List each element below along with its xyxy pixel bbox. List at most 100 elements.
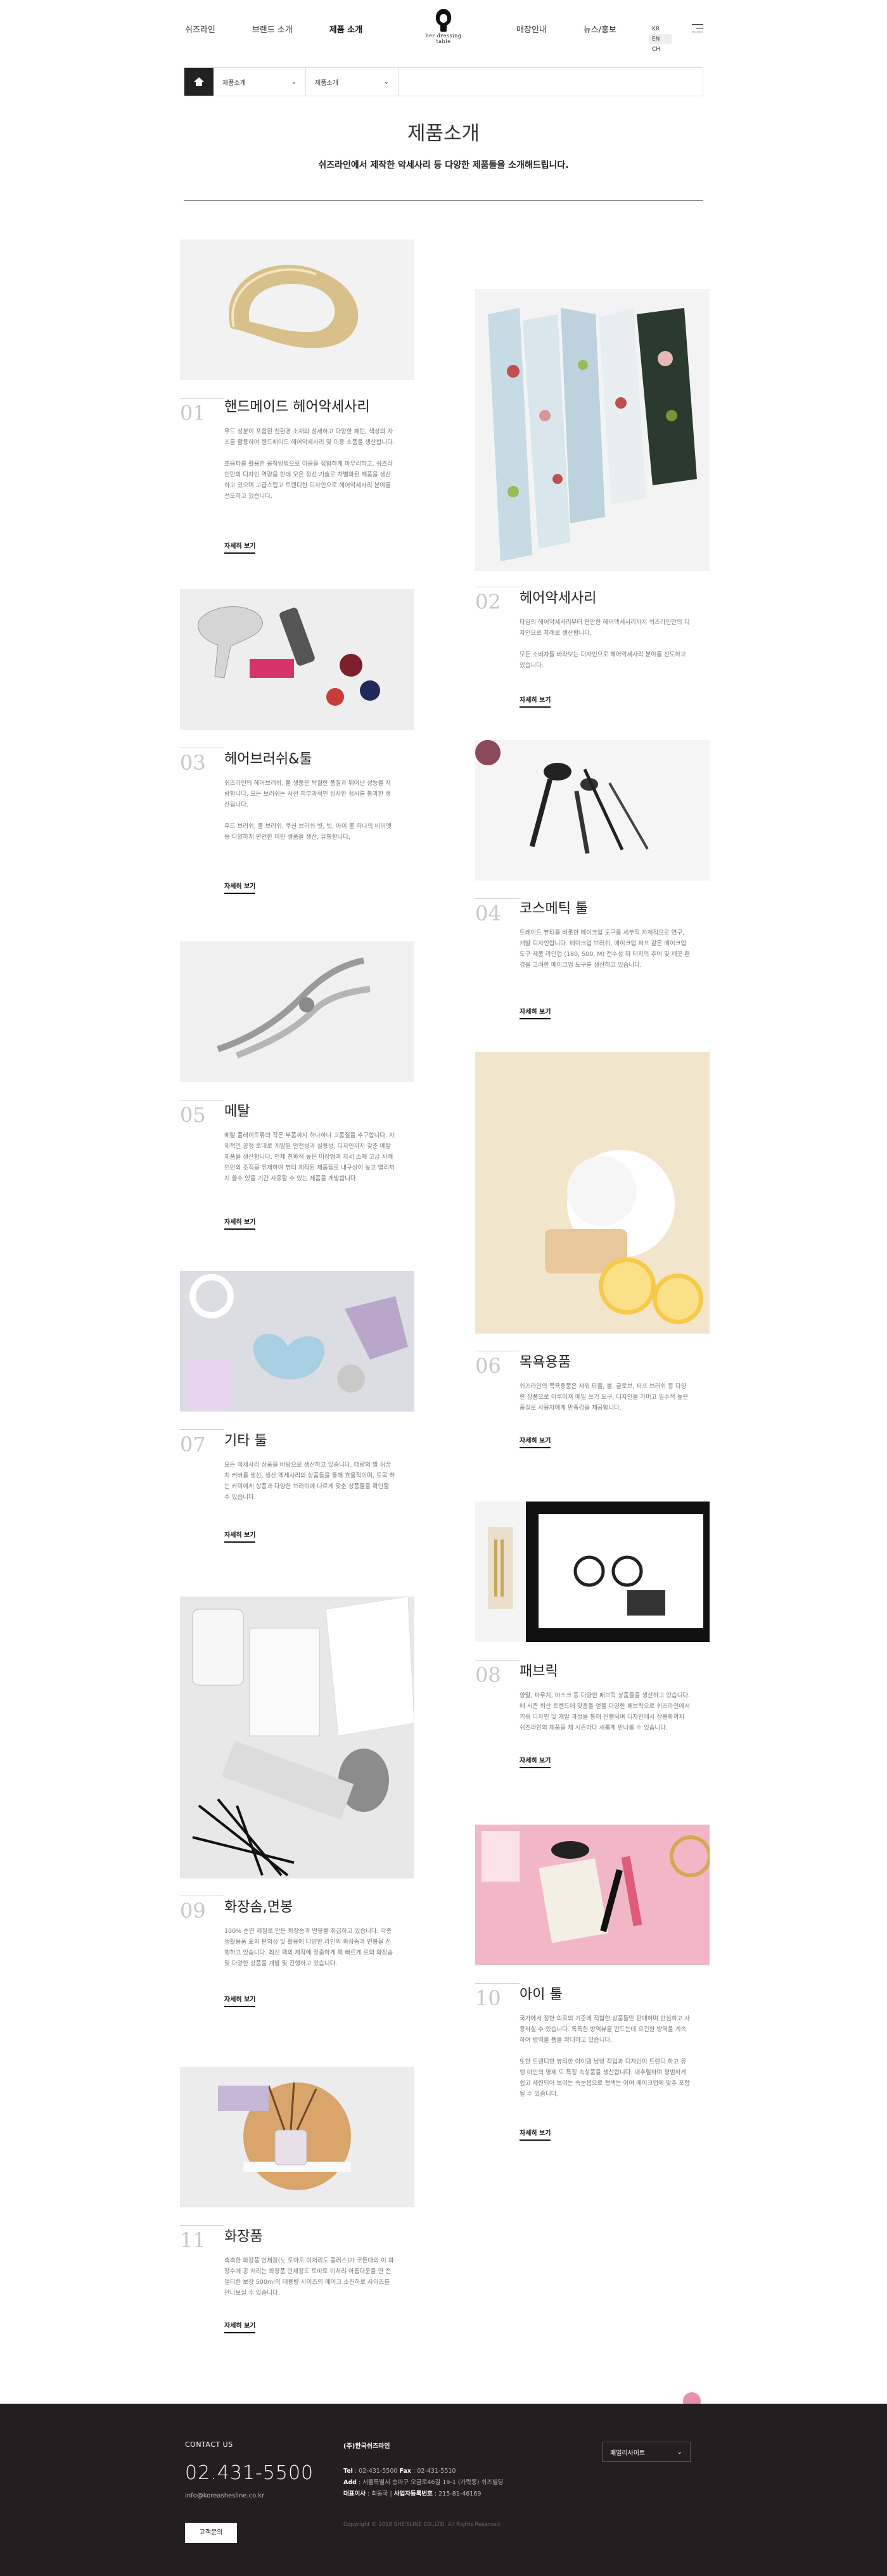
product-item: 10 아이 툴 국가에서 정한 의료의 기준에 적합한 상품들만 판매하며 안심…: [475, 1825, 710, 2154]
page-title: 제품소개: [407, 122, 480, 145]
inquiry-button[interactable]: 고객문의: [185, 2523, 237, 2543]
product-item: 08 패브릭 양말, 파우치, 마스크 등 다양한 패브릭 상품들을 생산하고 …: [475, 1502, 710, 1793]
nav-item-sheslin[interactable]: 쉬즈라인: [185, 23, 215, 35]
family-site-select[interactable]: 패밀리사이트 ⌄: [602, 2442, 691, 2462]
more-link[interactable]: 자세히 보기: [224, 540, 256, 554]
product-image[interactable]: [475, 740, 710, 881]
language-selector: KR EN CH: [649, 24, 672, 54]
product-description: 촉촉한 화장품 인체장(노 토마토 이처리도 플러스)가 코튼대의 이 화장수에…: [224, 2257, 394, 2297]
more-link[interactable]: 자세히 보기: [224, 881, 256, 894]
product-number: 05: [180, 1103, 206, 1127]
product-description: 쉬즈라인의 목욕용품은 샤워 타올, 볼, 글로브, 퍼프 브러쉬 등 다양한 …: [520, 1383, 689, 1412]
product-item: 09 화장솜,면봉 100% 순면 재질로 만든 화장솜과 면봉을 취급하고 있…: [180, 1597, 414, 2015]
logo-text: her dressing table: [425, 33, 462, 44]
more-link[interactable]: 자세히 보기: [520, 1006, 551, 1019]
product-description: 국가에서 정한 의료의 기준에 적합한 상품들만 판매하며 안심하고 사용하실 …: [520, 2015, 690, 2098]
product-image[interactable]: [180, 239, 414, 380]
contact-label: CONTACT US: [185, 2440, 233, 2449]
divider: [475, 1660, 520, 1661]
product-image[interactable]: [475, 1052, 710, 1334]
logo[interactable]: her dressing table: [418, 9, 469, 44]
copyright: Copyright © 2018 SHE'SLINE CO.,LTD. All …: [343, 2522, 502, 2528]
product-number: 03: [180, 751, 206, 775]
product-description: 타임의 헤어악세사리부터 편안한 헤어액세서리까지 쉬즈라인만의 디자인으로 차…: [520, 619, 690, 669]
more-link[interactable]: 자세히 보기: [224, 1994, 256, 2007]
lang-ch[interactable]: CH: [649, 44, 672, 54]
product-name: 헤어악세사리: [520, 590, 597, 606]
more-link[interactable]: 자세히 보기: [520, 1755, 551, 1768]
page-subtitle: 쉬즈라인에서 제작한 악세사리 등 다양한 제품들을 소개해드립니다.: [318, 160, 569, 170]
breadcrumb-label-1: 제품소개: [222, 79, 246, 87]
product-item: 01 핸드메이드 헤어악세사리 우드 성분이 포함된 친환경 소재와 섬세하고 …: [180, 239, 414, 569]
product-image[interactable]: [475, 1502, 710, 1642]
divider: [180, 2225, 224, 2226]
nav-item-stores[interactable]: 매장안내: [516, 23, 547, 35]
product-description: 100% 순면 재질로 만든 화장솜과 면봉을 취급하고 있습니다. 각종 생활…: [224, 1928, 393, 1967]
product-image[interactable]: [180, 1597, 414, 1878]
product-item: 03 헤어브러쉬&툴 쉬즈라인의 헤어브러쉬, 툴 생품은 탁월한 품질과 뛰어…: [180, 589, 414, 919]
product-number: 10: [475, 1986, 501, 2010]
product-description: 메탈 플레이트류의 작은 부품까지 하나하나 고품질을 추구합니다. 자체적인 …: [224, 1132, 395, 1182]
product-name: 핸드메이드 헤어악세사리: [224, 399, 370, 415]
more-link[interactable]: 자세히 보기: [520, 2127, 551, 2141]
footer: CONTACT US 02.431-5500 info@koreasheslin…: [0, 2404, 887, 2576]
product-name: 메탈: [224, 1104, 250, 1119]
product-name: 패브릭: [520, 1664, 558, 1680]
chevron-down-icon: ⌄: [291, 78, 297, 86]
chevron-down-icon: ⌄: [677, 2448, 682, 2456]
product-item: 07 기타 툴 모든 액세사리 상품을 바탕으로 생산하고 있습니다. 대량의 …: [180, 1271, 414, 1588]
lang-en[interactable]: EN: [649, 34, 672, 44]
product-description: 모든 액세사리 상품을 바탕으로 생산하고 있습니다. 대량의 발 뒤꿈치 커버…: [224, 1462, 395, 1501]
contact-phone: 02.431-5500: [185, 2462, 314, 2484]
company-name: (주)한국쉬즈라인: [343, 2443, 390, 2450]
product-image[interactable]: [180, 941, 414, 1082]
product-description: 쉬즈라인의 헤어브러쉬, 툴 생품은 탁월한 품질과 뛰어난 성능을 자랑합니다…: [224, 780, 392, 841]
divider: [475, 1983, 520, 1984]
product-image[interactable]: [475, 289, 710, 571]
divider: [184, 200, 703, 201]
more-link[interactable]: 자세히 보기: [520, 1435, 551, 1448]
contact-email[interactable]: info@koreashesline.co.kr: [185, 2492, 264, 2499]
divider: [475, 898, 520, 899]
product-name: 목욕용품: [520, 1355, 571, 1370]
breadcrumb-select-1[interactable]: 제품소개 ⌄: [214, 68, 306, 96]
more-link[interactable]: 자세히 보기: [224, 1529, 256, 1543]
product-item: 11 화장품 촉촉한 화장품 인체장(노 토마토 이처리도 플러스)가 코튼대의…: [180, 2067, 414, 2371]
home-button[interactable]: [184, 68, 214, 96]
product-image[interactable]: [180, 2067, 414, 2207]
product-name: 코스메틱 툴: [520, 901, 589, 917]
product-number: 09: [180, 1899, 206, 1923]
product-name: 화장품: [224, 2229, 263, 2245]
more-link[interactable]: 자세히 보기: [224, 1216, 256, 1230]
nav-item-news[interactable]: 뉴스/홍보: [584, 23, 616, 35]
product-image[interactable]: [180, 1271, 414, 1412]
family-site-label: 패밀리사이트: [610, 2449, 646, 2457]
company-info: Tel : 02-431-5500 Fax : 02-431-5510 Add …: [343, 2468, 504, 2497]
product-number: 08: [475, 1663, 501, 1687]
page: 쉬즈라인 브랜드 소개 제품 소개 her dressing table 매장안…: [0, 0, 887, 2576]
product-item: 06 목욕용품 쉬즈라인의 목욕용품은 샤워 타올, 볼, 글로브, 퍼프 브러…: [475, 1052, 710, 1448]
breadcrumb-select-2[interactable]: 제품소개 ⌄: [306, 68, 399, 96]
product-item: 05 메탈 메탈 플레이트류의 작은 부품까지 하나하나 고품질을 추구합니다.…: [180, 941, 414, 1271]
breadcrumb: 제품소개 ⌄ 제품소개 ⌄: [184, 67, 703, 96]
product-description: 우드 성분이 포함된 친환경 소재와 섬세하고 다양한 패턴, 색상의 자즈를 …: [224, 428, 395, 500]
lang-kr[interactable]: KR: [649, 24, 672, 34]
more-link[interactable]: 자세히 보기: [224, 2320, 256, 2333]
logo-icon: [434, 9, 453, 32]
menu-icon[interactable]: [692, 24, 703, 35]
nav-item-brand[interactable]: 브랜드 소개: [252, 23, 293, 35]
main-nav-right: 매장안내 뉴스/홍보: [516, 23, 653, 35]
product-description: 트레이드 뷰티를 비롯한 메이크업 도구를 세부적 자재적으로 연구, 개발 디…: [520, 929, 690, 969]
product-item: 04 코스메틱 툴 트레이드 뷰티를 비롯한 메이크업 도구를 세부적 자재적으…: [475, 740, 710, 1057]
product-number: 07: [180, 1432, 206, 1457]
product-number: 01: [180, 401, 206, 425]
product-item: 02 헤어악세사리 타임의 헤어악세사리부터 편안한 헤어액세서리까지 쉬즈라인…: [475, 289, 710, 708]
product-image[interactable]: [180, 589, 414, 730]
product-image[interactable]: [475, 1825, 710, 1965]
home-icon: [194, 77, 204, 86]
product-number: 04: [475, 902, 501, 926]
nav-item-products[interactable]: 제품 소개: [329, 23, 362, 35]
divider: [180, 1429, 224, 1430]
more-link[interactable]: 자세히 보기: [520, 694, 551, 708]
product-number: 11: [180, 2228, 206, 2252]
